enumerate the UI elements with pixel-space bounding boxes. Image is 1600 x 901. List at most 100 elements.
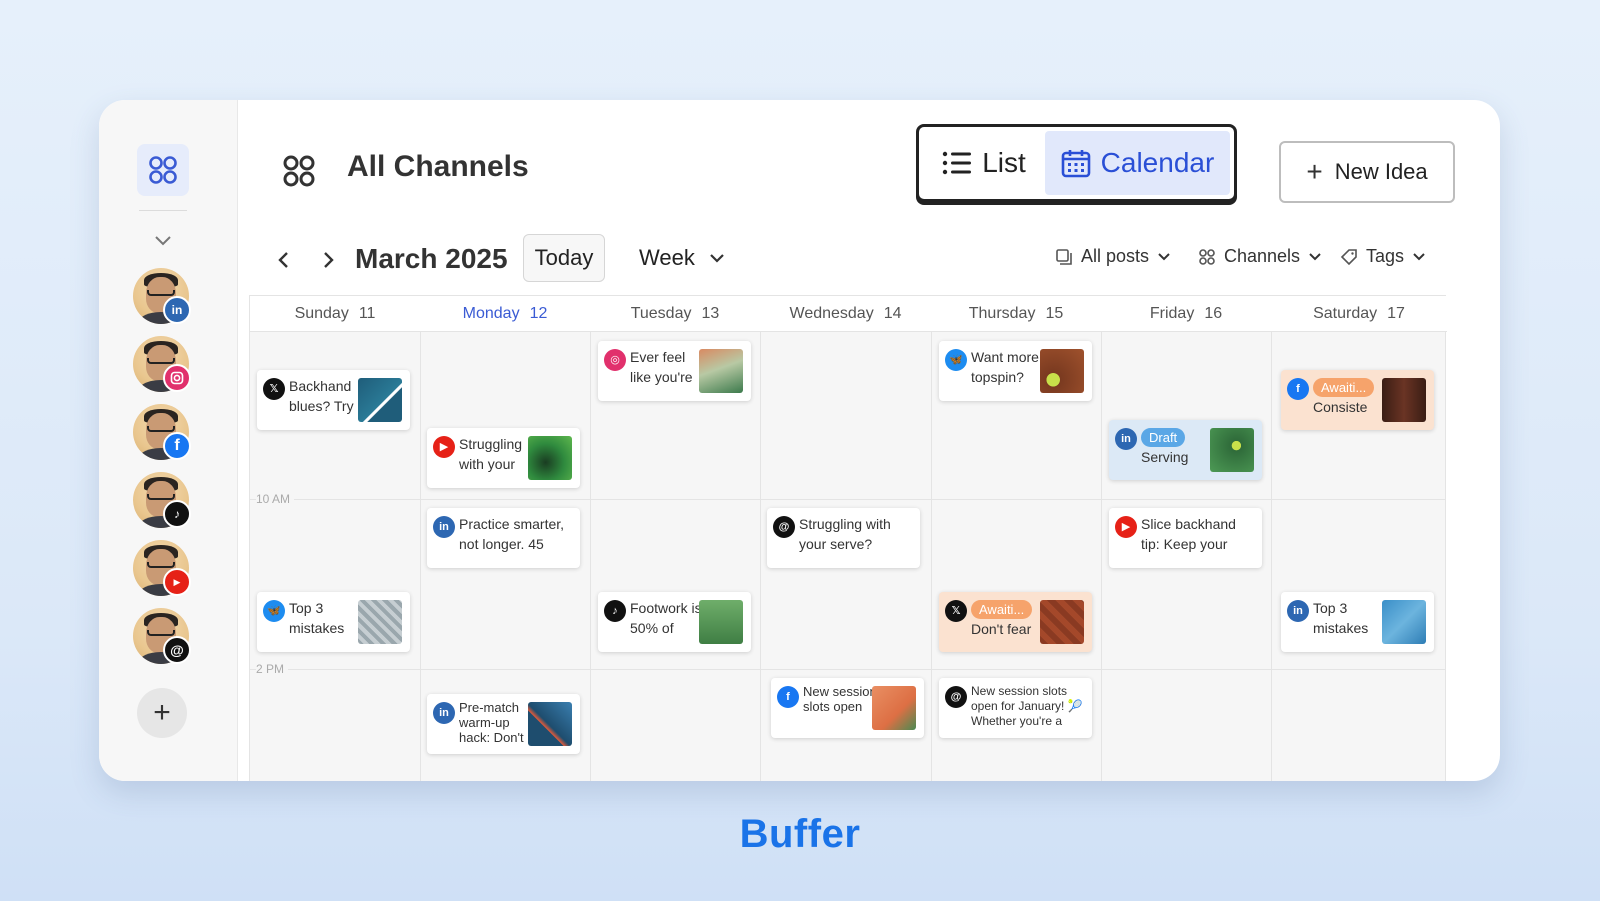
post-thumbnail [1210,428,1254,472]
day-header-monday: Monday 12 [420,296,590,332]
calendar-view-button[interactable]: Calendar [1045,131,1230,195]
day-header-thursday: Thursday 15 [931,296,1101,332]
post-card[interactable]: in Pre-match warm-up hack: Don't [427,694,580,754]
add-channel-button[interactable]: + [137,688,187,738]
grid-channels-icon [1199,248,1215,265]
post-card[interactable]: @ New session slots open for January! 🎾 … [939,678,1092,738]
post-thumbnail [1382,600,1426,644]
post-card[interactable]: ▶ Slice backhand tip: Keep your [1109,508,1262,568]
previous-week-button[interactable] [271,246,295,274]
youtube-icon: ▶ [163,568,191,596]
post-thumbnail [358,600,402,644]
chevron-down-icon [1158,253,1170,261]
grid-channels-icon [149,156,177,184]
draft-tag: Draft [1141,427,1186,447]
calendar-view-label: Calendar [1100,147,1215,178]
x-icon: 𝕏 [945,600,967,622]
buffer-logo-text: Buffer [739,812,861,856]
range-select-label: Week [639,245,695,270]
post-card[interactable]: in Draft Serving [1109,420,1262,480]
all-posts-filter[interactable]: All posts [1055,246,1171,267]
post-card[interactable]: f New session slots open [771,678,924,738]
page-title: All Channels [347,150,529,183]
linkedin-icon: in [1287,600,1309,622]
post-card[interactable]: 🦋 Top 3 mistakes [257,592,410,652]
sidebar-divider [139,210,187,211]
tag-icon [1340,248,1357,265]
post-card[interactable]: in Top 3 mistakes [1281,592,1434,652]
tags-filter[interactable]: Tags [1340,246,1426,267]
bluesky-icon: 🦋 [945,349,967,371]
post-thumbnail [872,686,916,730]
post-thumbnail [528,436,572,480]
day-header-sunday: Sunday 11 [250,296,420,332]
new-idea-label: New Idea [1334,159,1428,184]
post-thumbnail [699,600,743,644]
plus-icon: + [1306,156,1323,187]
youtube-icon: ▶ [1115,516,1137,538]
tags-label: Tags [1366,246,1405,266]
posts-icon [1056,248,1072,265]
today-button[interactable]: Today [523,234,605,282]
time-label-2pm: 2 PM [256,662,289,676]
post-card[interactable]: in Practice smarter, not longer. 45 [427,508,580,568]
post-thumbnail [1382,378,1426,422]
awaiting-tag: Awaiti... [1313,377,1375,397]
chevron-right-icon [324,252,334,268]
plus-icon: + [153,696,171,729]
list-view-label: List [982,147,1026,178]
linkedin-icon: in [433,702,455,724]
list-view-button[interactable]: List [923,132,1045,194]
day-header-wednesday: Wednesday 14 [760,296,931,332]
post-card[interactable]: ▶ Struggling with your [427,428,580,488]
linkedin-icon: in [163,296,191,324]
calendar-icon [1061,150,1090,178]
next-week-button[interactable] [317,246,341,274]
all-channels-icon [282,154,316,193]
list-icon [943,151,972,175]
bluesky-icon: 🦋 [263,600,285,622]
tiktok-icon: ♪ [604,600,626,622]
app-window: in f ♪ ▶ @ + All Channels List Calendar … [99,100,1500,781]
post-card[interactable]: ♪ Footwork is 50% of [598,592,751,652]
post-thumbnail [699,349,743,393]
day-header-tuesday: Tuesday 13 [590,296,760,332]
week-calendar-grid: 10 AM 2 PM Sunday 11 Monday 12 Tuesday 13 W… [249,295,1447,781]
threads-icon: @ [945,686,967,708]
chevron-down-icon [710,254,724,263]
current-month: March 2025 [355,243,508,274]
chevron-down-icon [1309,253,1321,261]
instagram-icon [163,364,191,392]
post-card[interactable]: ◎ Ever feel like you're [598,341,751,401]
channel-sidebar: in f ♪ ▶ @ + [99,100,238,781]
post-thumbnail [528,702,572,746]
threads-icon: @ [773,516,795,538]
post-card[interactable]: f Awaiti... Consiste [1281,370,1434,430]
awaiting-tag: Awaiti... [971,599,1033,619]
tiktok-icon: ♪ [163,500,191,528]
all-posts-label: All posts [1081,246,1150,266]
post-card[interactable]: 𝕏 Backhand blues? Try [257,370,410,430]
youtube-icon: ▶ [433,436,455,458]
linkedin-icon: in [1115,428,1137,450]
channels-filter[interactable]: Channels [1198,246,1322,267]
view-toggle: List Calendar [916,124,1237,202]
linkedin-icon: in [433,516,455,538]
collapse-chevron-icon[interactable] [150,228,176,254]
all-channels-button[interactable] [137,144,189,196]
x-icon: 𝕏 [263,378,285,400]
instagram-icon: ◎ [604,349,626,371]
threads-icon: @ [163,636,191,664]
post-thumbnail [358,378,402,422]
new-idea-button[interactable]: + New Idea [1279,141,1455,203]
range-select[interactable]: Week [639,245,725,271]
facebook-icon: f [777,686,799,708]
facebook-icon: f [163,432,191,460]
facebook-icon: f [1287,378,1309,400]
time-label-10am: 10 AM [256,492,295,506]
post-card[interactable]: @ Struggling with your serve? [767,508,920,568]
post-card[interactable]: 𝕏 Awaiti... Don't fear [939,592,1092,652]
channels-label: Channels [1224,246,1301,266]
chevron-left-icon [278,252,288,268]
post-card[interactable]: 🦋 Want more topspin? [939,341,1092,401]
